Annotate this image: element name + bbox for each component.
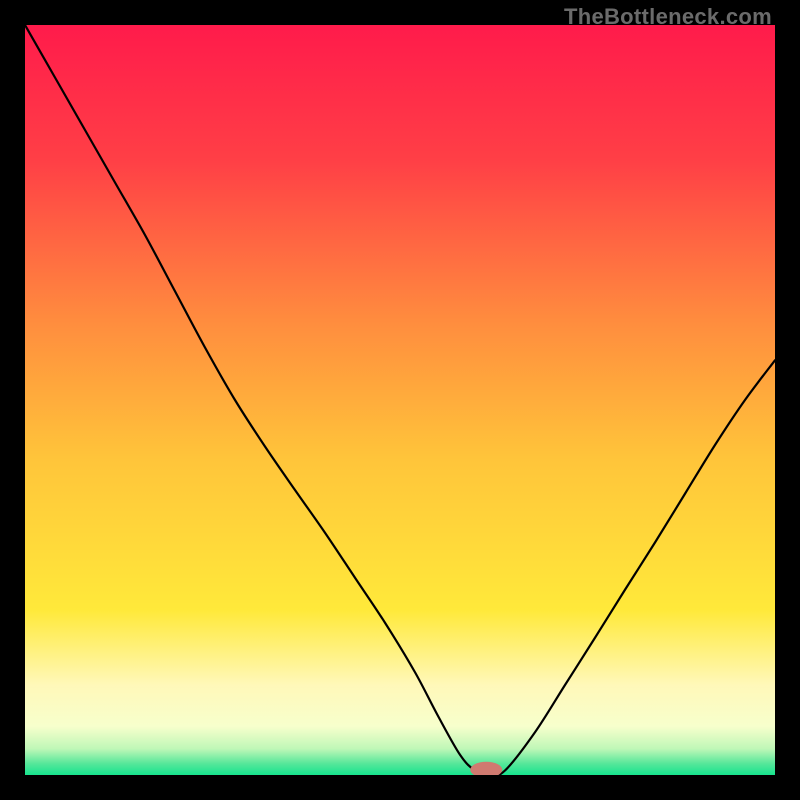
chart-background: [25, 25, 775, 775]
chart-frame: TheBottleneck.com: [0, 0, 800, 800]
bottleneck-chart: [25, 25, 775, 775]
plot-area: [25, 25, 775, 775]
